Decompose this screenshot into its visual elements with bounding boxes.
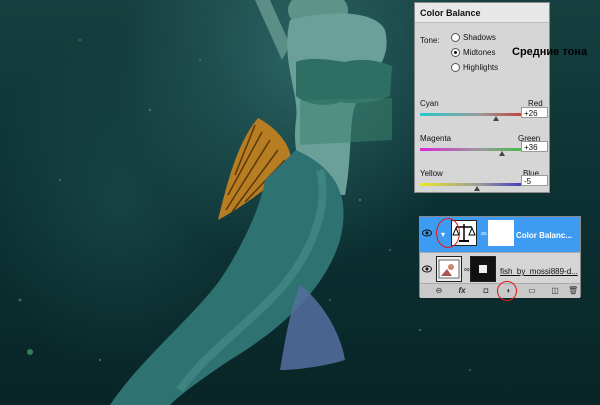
layer-mask-thumbnail[interactable] — [470, 256, 496, 282]
radio-label: Midtones — [463, 48, 496, 57]
smart-object-thumbnail — [436, 256, 462, 282]
slider-left-label: Cyan — [420, 99, 439, 108]
yellow-blue-value-field[interactable]: -5 — [521, 175, 548, 186]
adjustment-layer-icon[interactable]: ◐ — [504, 286, 514, 296]
layer-name: fish_by_mossi889-d... — [500, 267, 578, 276]
scales-icon — [452, 224, 476, 242]
mask-shape — [479, 265, 487, 273]
magenta-green-thumb[interactable] — [498, 151, 505, 156]
adjustment-thumbnail — [451, 220, 477, 246]
eye-icon[interactable] — [422, 229, 432, 237]
slider-left-label: Magenta — [420, 134, 452, 143]
link-arrow-icon: ▾ — [441, 230, 446, 239]
fx-icon[interactable]: fx — [457, 286, 467, 296]
add-mask-icon[interactable]: ◘ — [481, 286, 491, 296]
link-layers-icon[interactable]: ⊖ — [434, 286, 444, 296]
tone-label: Tone: — [420, 36, 440, 45]
radio-indicator — [451, 48, 460, 57]
image-thumbnail-icon — [438, 259, 460, 279]
radio-label: Shadows — [463, 33, 496, 42]
radio-shadows[interactable]: Shadows — [451, 33, 496, 42]
new-layer-icon[interactable]: ◫ — [550, 286, 560, 296]
cyan-red-thumb[interactable] — [492, 116, 499, 121]
trash-icon[interactable]: 🗑 — [568, 286, 578, 296]
radio-indicator — [451, 63, 460, 72]
radio-indicator — [451, 33, 460, 42]
radio-label: Highlights — [463, 63, 499, 72]
layer-mask-thumbnail[interactable] — [488, 220, 514, 246]
layer-row-color-balance[interactable]: ▾ ∞ Color Balanc... — [420, 217, 580, 252]
slider-left-label: Yellow — [420, 169, 443, 178]
radio-midtones[interactable]: Midtones — [451, 48, 495, 57]
group-folder-icon[interactable]: ▭ — [527, 286, 537, 296]
layers-toolbar: ⊖ fx ◘ ◐ ▭ ◫ 🗑 — [420, 283, 580, 298]
cyan-red-value-field[interactable]: +26 — [521, 107, 548, 118]
eye-icon[interactable] — [422, 265, 432, 273]
chain-link-icon[interactable]: ∞ — [464, 265, 470, 274]
color-balance-panel: Color Balance Tone: Shadows Midtones Hig… — [414, 2, 587, 193]
radio-highlights[interactable]: Highlights — [451, 63, 498, 72]
layer-name: Color Balanc... — [516, 231, 573, 240]
panel-title: Color Balance — [415, 3, 549, 23]
layers-panel: ▾ ∞ Color Balanc... ∞ fish_by_mossi889-d… — [419, 216, 581, 298]
yellow-blue-thumb[interactable] — [474, 186, 480, 191]
magenta-green-value-field[interactable]: +36 — [521, 141, 548, 152]
midtones-annotation: Средние тона — [512, 46, 588, 58]
chain-link-icon[interactable]: ∞ — [481, 229, 487, 238]
